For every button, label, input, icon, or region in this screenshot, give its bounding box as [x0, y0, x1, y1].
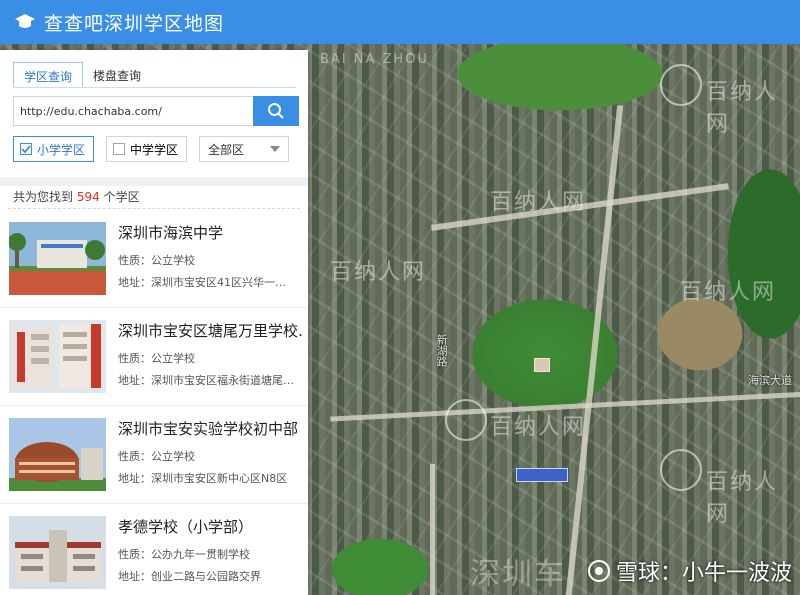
primary-school-label: 小学学区: [37, 142, 86, 157]
nature-value: 公立学校: [151, 254, 195, 267]
school-photo: [9, 516, 106, 589]
middle-school-label: 中学学区: [130, 142, 179, 157]
map-watermark-sub: BAI NA ZHOU: [320, 52, 429, 67]
map-footer-bg-text: 深圳车: [470, 557, 566, 592]
xueqiu-watermark-text: 雪球：小牛一波波: [615, 561, 792, 586]
nature-label: 性质：: [118, 548, 151, 561]
watermark-seal-icon: [660, 449, 702, 491]
result-count-number: 594: [76, 190, 100, 204]
map-watermark: 百纳人网: [706, 470, 779, 527]
address-label: 地址：: [118, 472, 151, 485]
nature-label: 性质：: [118, 254, 151, 267]
tab-housing[interactable]: 楼盘查询: [83, 62, 151, 88]
map-watermark: 百纳人网: [490, 415, 587, 440]
tab-school-district[interactable]: 学区查询: [13, 62, 84, 88]
map-watermark: 百纳人网: [706, 80, 779, 137]
primary-school-checkbox[interactable]: 小学学区: [13, 136, 95, 162]
middle-school-checkbox[interactable]: 中学学区: [106, 136, 188, 162]
map-watermark: 百纳人网: [680, 280, 777, 305]
watermark-seal-icon: [445, 399, 487, 441]
road-label: 海滨大道: [748, 374, 792, 387]
road-label: 新湖路: [435, 334, 448, 367]
school-name: 深圳市宝安实验学校初中部: [118, 420, 299, 438]
dashed-divider: [8, 208, 300, 209]
school-address: 地址：深圳市宝安区新中心区N8区: [118, 470, 298, 486]
map-road: [562, 105, 624, 595]
search-bar: [13, 96, 300, 126]
address-value: 深圳市宝安区41区兴华一…: [151, 276, 286, 289]
school-photo: [9, 418, 106, 491]
nature-label: 性质：: [118, 352, 151, 365]
result-count-suffix: 个学区: [103, 190, 140, 204]
school-address: 地址：深圳市宝安区41区兴华一…: [118, 274, 298, 290]
address-label: 地址：: [118, 374, 151, 387]
nature-value: 公立学校: [151, 352, 195, 365]
snowball-logo-icon: [587, 560, 610, 582]
nature-value: 公办九年一贯制学校: [151, 548, 250, 561]
app-title: 查查吧深圳学区地图: [44, 12, 225, 35]
filter-bar: 小学学区 中学学区 全部区: [13, 136, 290, 162]
search-input[interactable]: [13, 96, 253, 126]
map-landmark[interactable]: [534, 358, 550, 372]
nature-value: 公立学校: [151, 450, 195, 463]
address-label: 地址：: [118, 570, 151, 583]
map-road: [430, 464, 435, 595]
school-nature: 性质：公立学校: [118, 252, 298, 268]
school-list-item[interactable]: 孝德学校（小学部） 性质：公办九年一贯制学校 地址：创业二路与公园路交界: [0, 504, 308, 595]
school-name: 深圳市宝安区塘尾万里学校…: [118, 322, 302, 340]
district-select-value: 全部区: [208, 142, 245, 157]
search-icon: [268, 103, 284, 119]
school-list-item[interactable]: 深圳市海滨中学 性质：公立学校 地址：深圳市宝安区41区兴华一…: [0, 210, 308, 308]
nature-label: 性质：: [118, 450, 151, 463]
caret-down-icon: [270, 146, 281, 152]
school-nature: 性质：公立学校: [118, 350, 298, 366]
tab-divider: [13, 87, 296, 88]
school-address: 地址：深圳市宝安区福永街道塘尾…: [118, 372, 298, 388]
result-count: 共为您找到 594 个学区: [13, 188, 140, 205]
map-watermark: 百纳人网: [490, 190, 587, 215]
school-address: 地址：创业二路与公园路交界: [118, 568, 298, 584]
app-header: 查查吧深圳学区地图: [0, 0, 800, 44]
school-list: 深圳市海滨中学 性质：公立学校 地址：深圳市宝安区41区兴华一… 深圳市宝安区塘…: [0, 210, 308, 595]
map-marker[interactable]: [516, 468, 568, 482]
map-watermark: 百纳人网: [330, 260, 427, 285]
school-photo: [9, 320, 106, 393]
search-button[interactable]: [253, 96, 299, 126]
district-select[interactable]: 全部区: [199, 136, 290, 162]
address-value: 深圳市宝安区新中心区N8区: [151, 472, 288, 485]
school-name: 深圳市海滨中学: [118, 224, 224, 242]
address-value: 创业二路与公园路交界: [151, 570, 261, 583]
graduation-cap-icon: [15, 14, 35, 28]
school-nature: 性质：公立学校: [118, 448, 298, 464]
address-label: 地址：: [118, 276, 151, 289]
school-name: 孝德学校（小学部）: [118, 518, 254, 536]
checkbox-unchecked-icon: [113, 143, 126, 155]
address-value: 深圳市宝安区福永街道塘尾…: [151, 374, 294, 387]
xueqiu-watermark: 雪球：小牛一波波: [587, 555, 792, 587]
watermark-seal-icon: [660, 64, 702, 106]
section-separator: [0, 177, 308, 186]
school-photo: [9, 222, 106, 295]
tab-bar: 学区查询 楼盘查询: [13, 62, 151, 88]
result-count-prefix: 共为您找到: [13, 190, 74, 204]
search-panel: 学区查询 楼盘查询 小学学区 中学学区 全部区 共为您找到: [0, 50, 308, 595]
school-list-item[interactable]: 深圳市宝安实验学校初中部 性质：公立学校 地址：深圳市宝安区新中心区N8区: [0, 406, 308, 504]
school-nature: 性质：公办九年一贯制学校: [118, 546, 298, 562]
checkbox-checked-icon: [20, 143, 32, 155]
school-list-item[interactable]: 深圳市宝安区塘尾万里学校… 性质：公立学校 地址：深圳市宝安区福永街道塘尾…: [0, 308, 308, 406]
